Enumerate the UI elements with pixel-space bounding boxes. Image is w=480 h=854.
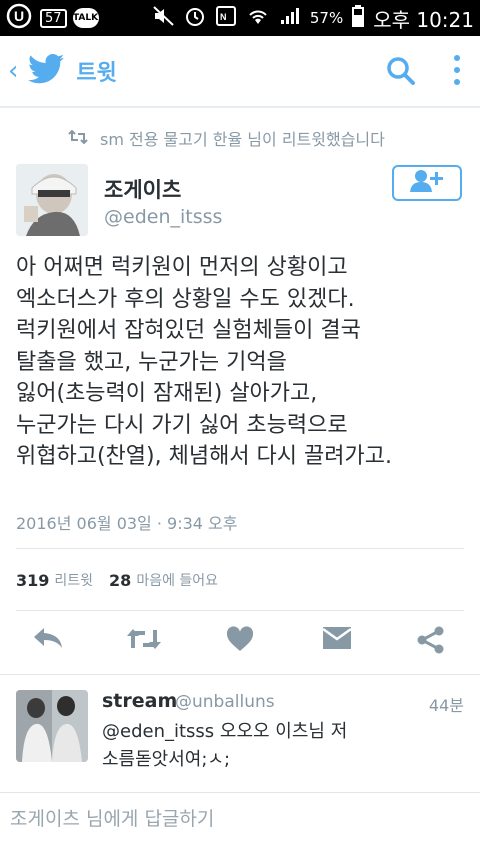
reply-input[interactable] — [8, 807, 472, 831]
share-icon[interactable] — [416, 626, 446, 658]
avatar[interactable] — [16, 164, 88, 236]
mute-icon — [153, 5, 175, 31]
tweet-text-line: 잃어(초능력이 잠재된) 살아가고, — [16, 381, 318, 406]
svg-text:U: U — [14, 8, 24, 24]
retweet-icon[interactable] — [126, 626, 162, 656]
signal-icon — [279, 6, 301, 31]
tweet-timestamp: 2016년 06월 03일 · 9:34 오후 — [16, 514, 238, 533]
divider — [16, 548, 464, 549]
tweet-text-line: 위협하고(찬열), 체념해서 다시 끌려가고. — [16, 444, 392, 469]
tweet-text-line: 아 어쩌면 럭키원이 먼저의 상황이고 — [16, 255, 348, 280]
reply-icon[interactable] — [32, 626, 64, 656]
notification-badge: 57 — [40, 8, 67, 28]
divider — [16, 610, 464, 611]
twitter-bird-icon — [28, 53, 65, 88]
author-handle[interactable]: @eden_itsss — [104, 206, 222, 228]
retweet-note-text: sm 전용 물고기 한율 님이 리트윗했습니다 — [100, 130, 385, 149]
reply-time: 44분 — [428, 696, 464, 715]
talk-icon: TALK — [72, 8, 99, 28]
reply-compose-bar — [0, 792, 480, 854]
back-button[interactable]: ‹ — [8, 56, 18, 86]
reply-text-line: 소름돋앗서여;ㅅ; — [102, 749, 231, 770]
divider — [0, 674, 480, 675]
reply-text: @eden_itsss 오오오 이츠님 저 소름돋앗서여;ㅅ; — [102, 718, 462, 774]
reply-avatar[interactable] — [16, 690, 88, 762]
nfc-icon: N — [215, 5, 237, 32]
tweet-text-line: 엑소더스가 후의 상황일 수도 있겠다. — [16, 286, 355, 312]
reply-author-handle[interactable]: @unballuns — [175, 692, 275, 712]
reply-text-line: @eden_itsss 오오오 이츠님 저 — [102, 721, 348, 742]
status-bar: U 57 TALK N 57% 오후 10:21 — [0, 0, 480, 36]
author-name[interactable]: 조게이츠 — [104, 174, 181, 204]
tweet-action-bar — [0, 622, 480, 666]
tweet-text-line: 누군가는 다시 가기 싫어 초능력으로 — [16, 412, 348, 438]
wifi-icon — [246, 6, 270, 31]
heart-icon[interactable] — [226, 626, 254, 656]
battery-icon — [352, 4, 365, 32]
retweet-context: sm 전용 물고기 한율 님이 리트윗했습니다 — [68, 126, 385, 150]
clock: 오후 10:21 — [373, 7, 474, 32]
more-options-icon[interactable] — [452, 54, 462, 90]
tweet-text: 아 어쩌면 럭키원이 먼저의 상황이고 엑소더스가 후의 상황일 수도 있겠다.… — [16, 252, 468, 473]
u-plus-icon: U — [6, 3, 34, 33]
like-count[interactable]: 28 — [109, 571, 131, 590]
app-bar: ‹ 트윗 — [0, 36, 480, 108]
direct-message-icon[interactable] — [322, 626, 352, 654]
search-icon[interactable] — [386, 56, 416, 90]
tweet-text-line: 탈출을 했고, 누군가는 기억을 — [16, 349, 287, 375]
retweet-count[interactable]: 319 — [16, 571, 49, 590]
alarm-icon — [184, 5, 206, 32]
retweet-small-icon — [68, 129, 88, 148]
tweet-stats: 319 리트윗 28 마음에 들어요 — [16, 570, 234, 590]
tweet-text-line: 럭키원에서 잡혀있던 실험체들이 결국 — [16, 318, 361, 343]
reply-author-name[interactable]: stream — [102, 690, 177, 712]
page-title: 트윗 — [76, 61, 117, 86]
svg-text:N: N — [220, 12, 227, 22]
retweet-count-label[interactable]: 리트윗 — [54, 570, 93, 590]
follow-button[interactable] — [392, 165, 462, 201]
add-user-icon — [410, 169, 444, 197]
like-count-label[interactable]: 마음에 들어요 — [136, 570, 218, 590]
battery-percent: 57% — [309, 9, 344, 27]
reply-tweet[interactable]: stream @unballuns 44분 @eden_itsss 오오오 이츠… — [0, 676, 480, 784]
